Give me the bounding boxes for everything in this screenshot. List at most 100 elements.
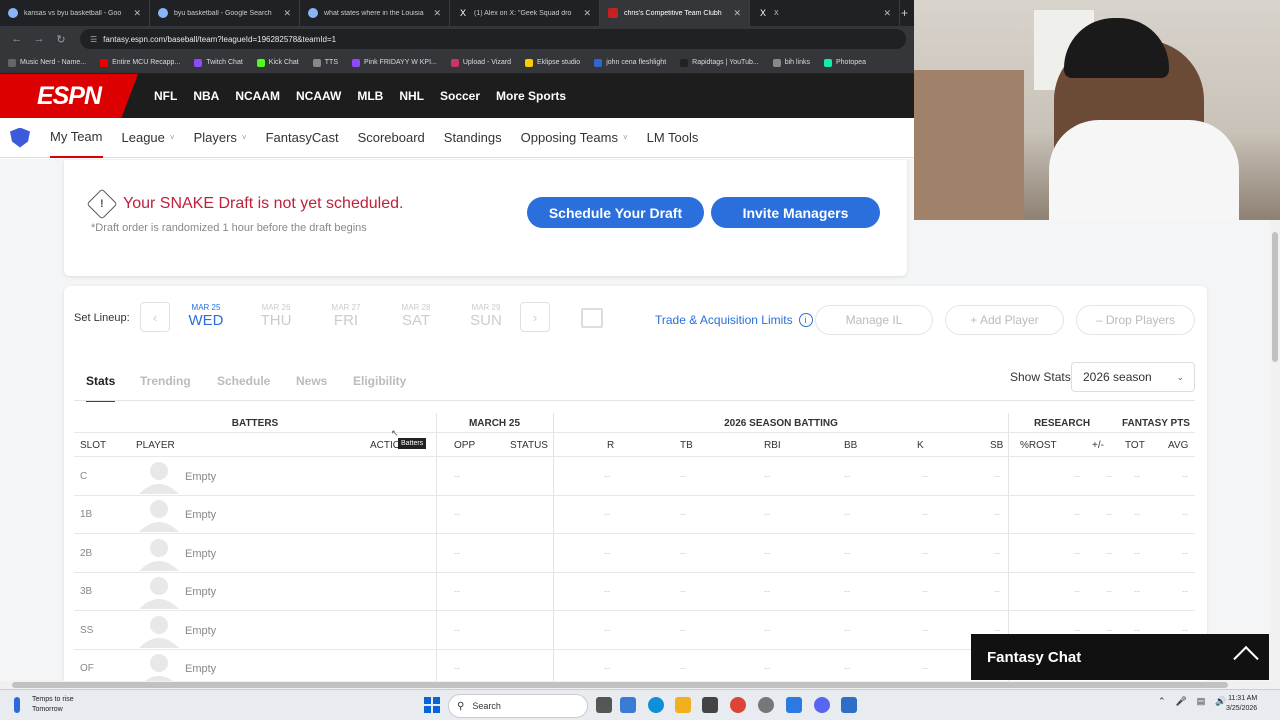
player-name[interactable]: Empty bbox=[185, 586, 216, 598]
browser-tab[interactable]: byu basketball - Google Search ✕ bbox=[150, 0, 300, 26]
back-icon[interactable]: ← bbox=[6, 33, 28, 45]
bookmark-item[interactable]: bih links bbox=[772, 58, 810, 67]
bookmark-item[interactable]: Entire MCU Recapp... bbox=[100, 58, 180, 67]
league-shield-icon[interactable] bbox=[10, 127, 30, 148]
bookmark-item[interactable]: Rapidtags | YouTub... bbox=[680, 58, 759, 67]
calendar-icon[interactable] bbox=[581, 308, 603, 328]
fantasy-chat-bar[interactable]: Fantasy Chat bbox=[971, 634, 1269, 680]
mic-icon[interactable]: 🎤 bbox=[1176, 696, 1187, 707]
bookmark-item[interactable]: john cena fleshlight bbox=[594, 58, 666, 67]
close-icon[interactable]: ✕ bbox=[733, 8, 741, 19]
close-icon[interactable]: ✕ bbox=[133, 8, 141, 19]
player-name[interactable]: Empty bbox=[185, 548, 216, 560]
browser-tab[interactable]: X (1) Alex on X: "Geek Squad dro ✕ bbox=[450, 0, 600, 26]
invite-managers-button[interactable]: Invite Managers bbox=[711, 197, 880, 228]
tray-chevron-icon[interactable]: ⌃ bbox=[1158, 696, 1166, 707]
reload-icon[interactable]: ↻ bbox=[50, 33, 72, 46]
task-view-icon[interactable] bbox=[596, 697, 612, 713]
chevron-up-icon[interactable] bbox=[1233, 645, 1259, 672]
manage-il-button[interactable]: Manage IL bbox=[815, 305, 933, 335]
browser-tab[interactable]: what states where in the Louisia ✕ bbox=[300, 0, 450, 26]
sports-nav-item[interactable]: NFL bbox=[154, 89, 177, 103]
windows-start-icon[interactable] bbox=[424, 697, 440, 713]
close-icon[interactable]: ✕ bbox=[433, 8, 441, 19]
bookmark-item[interactable]: TTS bbox=[312, 58, 338, 67]
fantasy-nav-label: Opposing Teams bbox=[520, 130, 618, 145]
fantasy-nav-item[interactable]: Opposing Teams ˅ bbox=[521, 118, 628, 158]
volume-icon[interactable]: 🔊 bbox=[1215, 696, 1226, 707]
file-explorer-icon[interactable] bbox=[675, 697, 691, 713]
player-name[interactable]: Empty bbox=[185, 663, 216, 675]
day-option[interactable]: MAR 27 FRI bbox=[316, 303, 376, 329]
fantasy-nav-item[interactable]: Players ˅ bbox=[194, 118, 247, 158]
sports-nav-item[interactable]: MLB bbox=[357, 89, 383, 103]
url-field[interactable]: ☰ fantasy.espn.com/baseball/team?leagueI… bbox=[80, 29, 906, 49]
app-icon[interactable] bbox=[841, 697, 857, 713]
trade-limits-link[interactable]: Trade & Acquisition Limits i bbox=[655, 313, 813, 327]
stats-tab[interactable]: Eligibility bbox=[353, 374, 406, 388]
day-option[interactable]: MAR 29 SUN bbox=[456, 303, 516, 329]
chrome-icon[interactable] bbox=[730, 697, 746, 713]
bookmark-item[interactable]: Kick Chat bbox=[256, 58, 299, 67]
stats-tab[interactable]: News bbox=[296, 374, 327, 388]
browser-tab[interactable]: chris's Competitive Team Clubh ✕ bbox=[600, 0, 750, 26]
schedule-draft-button[interactable]: Schedule Your Draft bbox=[527, 197, 704, 228]
bookmark-item[interactable]: Pink FRIDAYY W KPI... bbox=[352, 58, 437, 67]
fantasy-nav-item[interactable]: Standings bbox=[444, 118, 502, 158]
season-select[interactable]: 2026 season ⌄ bbox=[1071, 362, 1195, 392]
vertical-scrollbar[interactable] bbox=[1270, 220, 1280, 681]
sports-nav-item[interactable]: NCAAM bbox=[235, 89, 280, 103]
close-icon[interactable]: ✕ bbox=[583, 8, 591, 19]
discord-icon[interactable] bbox=[814, 697, 830, 713]
edge-icon[interactable] bbox=[648, 697, 664, 713]
player-name[interactable]: Empty bbox=[185, 625, 216, 637]
bookmark-item[interactable]: Photopea bbox=[824, 58, 866, 67]
fantasy-nav-item[interactable]: LM Tools bbox=[647, 118, 699, 158]
next-day-button[interactable]: › bbox=[520, 302, 550, 332]
forward-icon[interactable]: → bbox=[28, 33, 50, 45]
browser-tab-title: what states where in the Louisia bbox=[324, 9, 424, 17]
day-option[interactable]: MAR 28 SAT bbox=[386, 303, 446, 329]
store-icon[interactable] bbox=[702, 697, 718, 713]
bookmark-item[interactable]: Eklipse studio bbox=[525, 58, 580, 67]
browser-tab[interactable]: X X ✕ bbox=[750, 0, 900, 26]
player-name[interactable]: Empty bbox=[185, 471, 216, 483]
stats-tab[interactable]: Stats bbox=[86, 374, 116, 402]
fantasy-nav-item[interactable]: FantasyCast bbox=[266, 118, 339, 158]
site-info-icon[interactable]: ☰ bbox=[90, 35, 97, 44]
copilot-icon[interactable] bbox=[620, 697, 636, 713]
stats-tab[interactable]: Schedule bbox=[217, 374, 270, 388]
new-tab-icon[interactable]: + bbox=[901, 6, 908, 20]
bookmark-item[interactable]: Music Nerd - Name... bbox=[8, 58, 86, 67]
prev-day-button[interactable]: ‹ bbox=[140, 302, 170, 332]
browser-tab[interactable]: kansas vs byu basketball - Goo ✕ bbox=[0, 0, 150, 26]
fantasy-nav-item[interactable]: My Team bbox=[50, 118, 103, 158]
bookmark-item[interactable]: Upload - Vizard bbox=[450, 58, 511, 67]
close-icon[interactable]: ✕ bbox=[883, 8, 891, 19]
horizontal-scrollbar[interactable] bbox=[0, 681, 1280, 689]
day-option[interactable]: MAR 26 THU bbox=[246, 303, 306, 329]
close-icon[interactable]: ✕ bbox=[283, 8, 291, 19]
sports-nav-item[interactable]: NCAAW bbox=[296, 89, 341, 103]
column-header: BB bbox=[844, 440, 858, 451]
info-icon[interactable]: i bbox=[798, 313, 813, 327]
day-option[interactable]: MAR 25 WED bbox=[176, 303, 236, 329]
espn-logo[interactable]: ESPN bbox=[0, 74, 138, 118]
network-icon[interactable]: ▤ bbox=[1197, 696, 1206, 707]
fantasy-nav-item[interactable]: League ˅ bbox=[122, 118, 175, 158]
stats-tab[interactable]: Trending bbox=[140, 374, 191, 388]
clock[interactable]: 11:31 AM 3/25/2026 bbox=[1226, 694, 1257, 714]
sports-nav-item[interactable]: NBA bbox=[193, 89, 219, 103]
player-name[interactable]: Empty bbox=[185, 509, 216, 521]
drop-players-button[interactable]: – Drop Players bbox=[1076, 305, 1195, 335]
sports-nav-item[interactable]: More Sports bbox=[496, 89, 566, 103]
notepad-icon[interactable] bbox=[786, 697, 802, 713]
add-player-button[interactable]: + Add Player bbox=[945, 305, 1064, 335]
sports-nav-item[interactable]: Soccer bbox=[440, 89, 480, 103]
obs-icon[interactable] bbox=[758, 697, 774, 713]
weather-widget[interactable]: Temps to rise Tomorrow bbox=[14, 695, 74, 715]
taskbar-search[interactable]: ⚲ Search bbox=[448, 694, 588, 718]
sports-nav-item[interactable]: NHL bbox=[399, 89, 424, 103]
fantasy-nav-item[interactable]: Scoreboard bbox=[358, 118, 425, 158]
bookmark-item[interactable]: Twitch Chat bbox=[194, 58, 243, 67]
